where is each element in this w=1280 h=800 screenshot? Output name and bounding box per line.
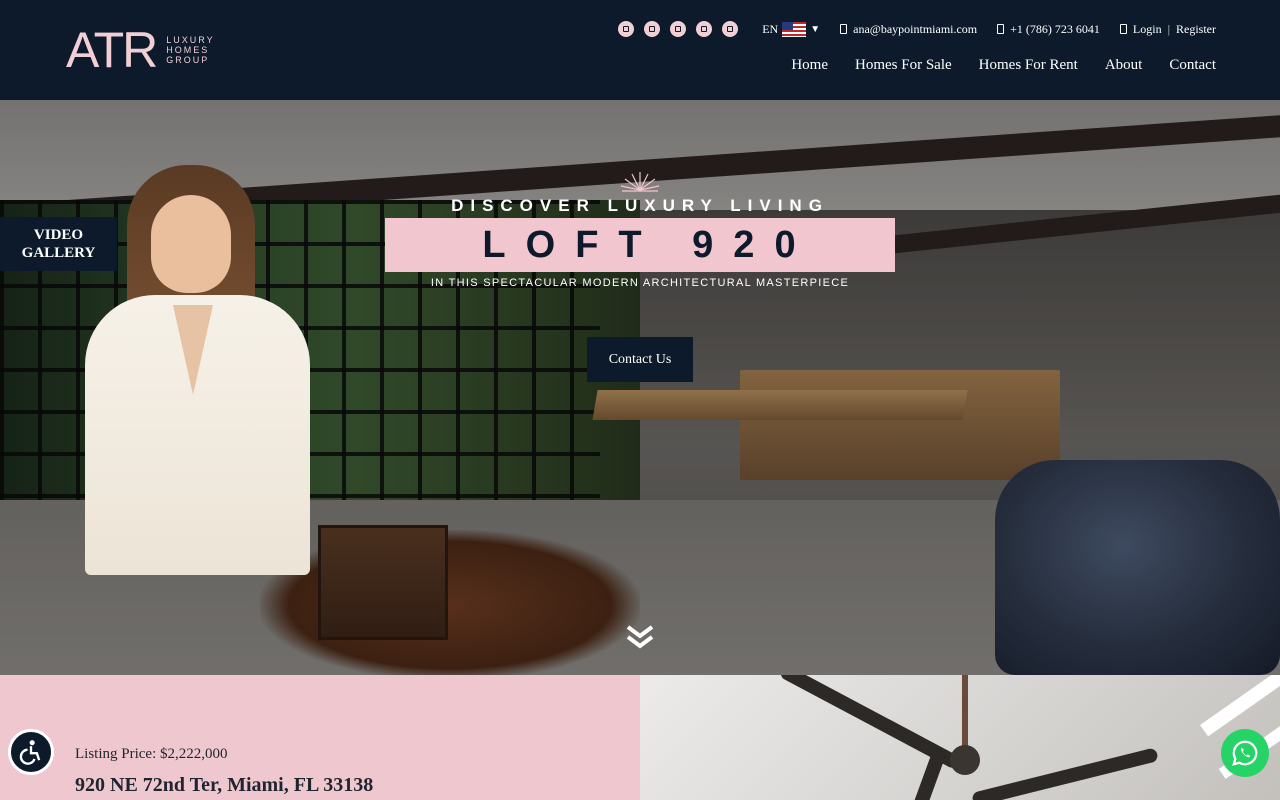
email-link[interactable]: ana@baypointmiami.com	[840, 22, 977, 37]
nav-homes-for-sale[interactable]: Homes For Sale	[855, 57, 952, 74]
logo-text: LUXURY HOMES GROUP	[166, 35, 215, 65]
instagram-icon[interactable]	[644, 21, 661, 37]
main-nav: Home Homes For Sale Homes For Rent About…	[791, 57, 1216, 74]
phone-link[interactable]: +1 (786) 723 6041	[997, 22, 1100, 37]
nav-about[interactable]: About	[1105, 57, 1143, 74]
nav-contact[interactable]: Contact	[1169, 57, 1216, 74]
hero-headline: DISCOVER LUXURY LIVING LOFT 920 IN THIS …	[385, 170, 895, 289]
social-icons	[618, 21, 739, 37]
linkedin-icon[interactable]	[670, 21, 687, 37]
site-header: ATR LUXURY HOMES GROUP EN ▼ ana@baypoint…	[0, 0, 1280, 100]
hero-subtitle: IN THIS SPECTACULAR MODERN ARCHITECTURAL…	[430, 277, 850, 289]
nav-home[interactable]: Home	[791, 57, 828, 74]
language-selector[interactable]: EN ▼	[762, 21, 821, 37]
agent-photo	[85, 165, 310, 575]
hero-title-box: LOFT 920	[385, 218, 895, 272]
register-link[interactable]: Register	[1176, 22, 1216, 37]
accessibility-icon[interactable]	[8, 729, 54, 775]
nav-homes-for-rent[interactable]: Homes For Rent	[979, 57, 1078, 74]
auth-links: Login | Register	[1119, 21, 1216, 37]
caret-down-icon: ▼	[810, 23, 821, 35]
logo-mark: ATR	[66, 22, 158, 78]
listing-price: Listing Price: $2,222,000	[75, 746, 228, 762]
scroll-down-icon[interactable]	[625, 622, 655, 652]
whatsapp-icon[interactable]	[1221, 729, 1269, 777]
contact-us-button[interactable]: Contact Us	[587, 337, 693, 382]
auth-separator: |	[1167, 21, 1170, 36]
youtube-icon[interactable]	[696, 21, 713, 37]
envelope-icon	[840, 24, 848, 34]
listing-photo	[640, 675, 1280, 800]
language-code: EN	[762, 21, 779, 36]
logo[interactable]: ATR LUXURY HOMES GROUP	[66, 22, 215, 78]
email-text: ana@baypointmiami.com	[853, 21, 978, 36]
facebook-icon[interactable]	[618, 21, 635, 37]
phone-text: +1 (786) 723 6041	[1010, 21, 1100, 36]
user-icon	[1119, 24, 1127, 34]
video-gallery-button[interactable]: VIDEO GALLERY	[0, 217, 117, 271]
hero-kicker: DISCOVER LUXURY LIVING	[451, 196, 829, 215]
hero-title: LOFT 920	[482, 223, 816, 266]
twitter-icon[interactable]	[722, 21, 739, 37]
listing-address: 920 NE 72nd Ter, Miami, FL 33138	[75, 774, 374, 796]
phone-icon	[997, 24, 1005, 34]
top-bar: EN ▼ ana@baypointmiami.com +1 (786) 723 …	[618, 18, 1216, 40]
us-flag-icon	[782, 21, 807, 37]
login-link[interactable]: Login	[1133, 22, 1162, 37]
listing-info: Listing Price: $2,222,000 920 NE 72nd Te…	[0, 675, 640, 800]
sunburst-icon	[620, 172, 660, 192]
